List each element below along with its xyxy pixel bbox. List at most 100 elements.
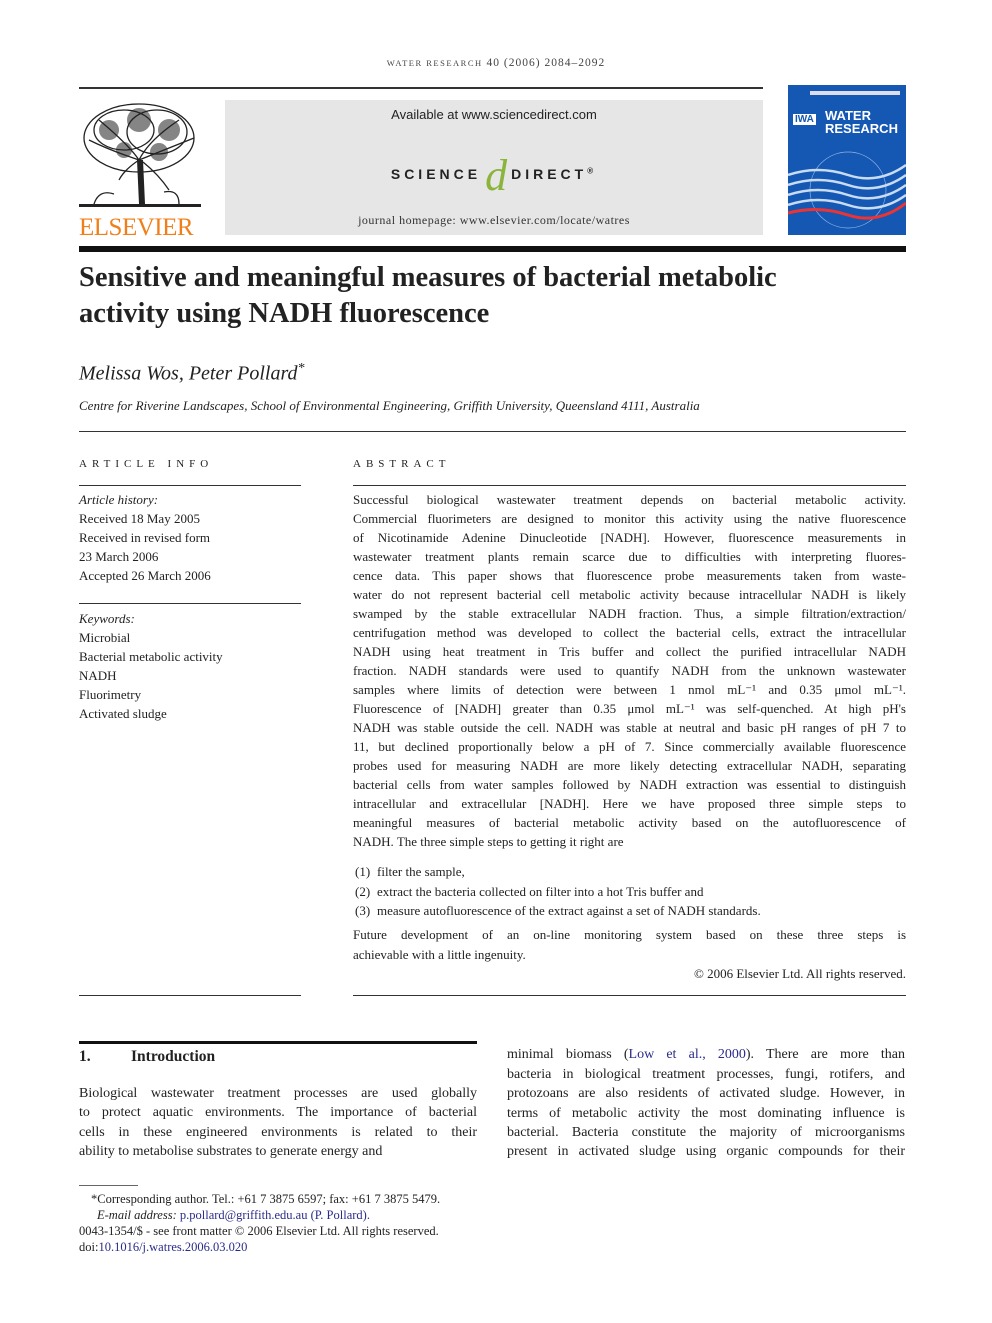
citation: 40 (2006) 2084–2092 (486, 57, 606, 69)
text: ). There are more than (745, 1047, 905, 1062)
authors: Melissa Wos, Peter Pollard* (79, 361, 305, 386)
sd-reg: ® (587, 166, 598, 176)
iwa-logo: IWA (793, 114, 816, 125)
intro-line: to protect aquatic environments. The imp… (79, 1105, 477, 1121)
journal-cover[interactable]: IWA WATER RESEARCH (788, 85, 906, 235)
front-matter: 0043-1354/$ - see front matter © 2006 El… (79, 1224, 439, 1238)
cover-wave-graphic (788, 151, 906, 229)
abstract-line: of Nicotinamide Adenine Dinucleotide [NA… (353, 530, 906, 545)
history-label: Article history: (79, 492, 159, 507)
elsevier-wordmark: ELSEVIER (79, 214, 194, 241)
intro-line: minimal biomass (Low et al., 2000). Ther… (507, 1047, 905, 1063)
abstract-heading: ABSTRACT (353, 458, 451, 470)
step-text: extract the bacteria collected on filter… (377, 883, 704, 899)
abstract-line: centrifugation method was developed to c… (353, 625, 906, 640)
running-header: water research 40 (2006) 2084–2092 (0, 57, 992, 69)
abstract-line: 11, but declined proportionally below a … (353, 739, 906, 754)
article-info-heading: ARTICLE INFO (79, 458, 214, 470)
journal-name: water research (386, 58, 483, 68)
abstract-closing-line: achievable with a little ingenuity. (353, 947, 526, 962)
rule (79, 485, 301, 486)
rule (79, 603, 301, 604)
step-number: (3) (355, 903, 371, 918)
elsevier-tree-icon (79, 103, 201, 207)
abstract-line: NADH. The three simple steps to getting … (353, 834, 624, 849)
abstract-line: water do not represent bacterial cell me… (353, 587, 906, 602)
keyword: Fluorimetry (79, 687, 142, 702)
journal-homepage[interactable]: journal homepage: www.elsevier.com/locat… (225, 213, 763, 228)
section-number: 1. (79, 1048, 91, 1065)
rule (79, 431, 906, 432)
sd-at-icon: d (485, 151, 508, 200)
corresponding-mark[interactable]: * (298, 361, 305, 376)
corresponding-footnote: *Corresponding author. Tel.: +61 7 3875 … (91, 1192, 441, 1206)
cover-top-strip (810, 91, 900, 95)
history-item: Accepted 26 March 2006 (79, 568, 211, 583)
rule (353, 995, 906, 996)
citation-link[interactable]: Low et al., 2000 (629, 1047, 746, 1062)
history-item: Received 18 May 2005 (79, 511, 200, 526)
doi-link[interactable]: 10.1016/j.watres.2006.03.020 (98, 1240, 247, 1254)
intro-line: bacteria in biological treatment process… (507, 1067, 905, 1082)
abstract-closing-line: Future development of an on-line monitor… (353, 927, 906, 942)
abstract-line: bacterial cells from water samples follo… (353, 777, 906, 792)
history-item: Received in revised form (79, 530, 211, 545)
sd-right: DIRECT (511, 166, 588, 183)
email-label: E-mail address: (97, 1208, 177, 1222)
footnote-rule (79, 1185, 138, 1186)
intro-line: terms of metabolic activity the most dom… (507, 1105, 905, 1121)
doi-line: doi:10.1016/j.watres.2006.03.020 (79, 1240, 247, 1255)
intro-heading: 1. Introduction (79, 1048, 215, 1066)
abstract-copyright: © 2006 Elsevier Ltd. All rights reserved… (693, 966, 906, 981)
title-line: Sensitive and meaningful measures of bac… (79, 262, 777, 293)
step-text: filter the sample, (377, 864, 465, 879)
keyword: NADH (79, 668, 117, 683)
affiliation: Centre for Riverine Landscapes, School o… (79, 398, 700, 413)
sd-left: SCIENCE (390, 166, 482, 183)
step-text: measure autofluorescence of the extract … (377, 903, 761, 918)
sciencedirect-banner: Available at www.sciencedirect.com SCIEN… (225, 100, 763, 235)
email-footnote: E-mail address: p.pollard@griffith.edu.a… (97, 1208, 370, 1223)
abstract-line: NADH was stable outside the cell. NADH w… (353, 720, 906, 735)
abstract-line: NADH using heat treatment in Tris buffer… (353, 644, 906, 659)
rule (79, 995, 301, 996)
step-number: (2) (355, 883, 371, 899)
keyword: Bacterial metabolic activity (79, 649, 223, 664)
intro-line: ability to metabolise substrates to gene… (79, 1143, 383, 1159)
abstract-line: intracellular and extracellular [NADH]. … (353, 796, 906, 811)
abstract-line: swamped by the stable extracellular NADH… (353, 606, 906, 621)
abstract-line: probes used for measuring NADH are more … (353, 758, 906, 773)
title-line: activity using NADH fluorescence (79, 298, 490, 329)
cover-title: WATER RESEARCH (825, 109, 898, 135)
cover-title-2: RESEARCH (825, 121, 898, 136)
text: minimal biomass ( (507, 1047, 629, 1062)
sciencedirect-logo[interactable]: SCIENCEd DIRECT® (225, 150, 763, 201)
header-rule (79, 87, 763, 89)
intro-line: bacterial. Bacteria constitute the major… (507, 1124, 905, 1140)
abstract-line: cence data. This paper shows that fluore… (353, 568, 906, 583)
abstract-line: samples where limits of detection were b… (353, 682, 906, 697)
abstract-line: wastewater treatment plants remain scarc… (353, 549, 906, 564)
abstract-line: fraction. NADH standards were used to qu… (353, 663, 906, 678)
article-title: Sensitive and meaningful measures of bac… (79, 260, 909, 332)
section-title: Introduction (131, 1048, 216, 1065)
rule (353, 485, 906, 486)
abstract-line: Successful biological wastewater treatme… (353, 492, 906, 507)
keyword: Microbial (79, 630, 131, 645)
abstract-line: meaningful measures of bacterial metabol… (353, 815, 906, 830)
available-text: Available at www.sciencedirect.com (391, 107, 597, 122)
doi-label: doi: (79, 1240, 99, 1254)
keywords-label: Keywords: (79, 611, 135, 626)
step-number: (1) (355, 864, 371, 879)
abstract-line: Commercial fluorimeters are designed to … (353, 511, 906, 526)
intro-rule (79, 1041, 477, 1044)
intro-line: protozoans are also residents of activat… (507, 1086, 905, 1102)
intro-line: Biological wastewater treatment processe… (79, 1086, 477, 1101)
author-names: Melissa Wos, Peter Pollard (79, 362, 298, 385)
email-link[interactable]: p.pollard@griffith.edu.au (P. Pollard). (180, 1208, 370, 1222)
elsevier-logo[interactable]: ELSEVIER (79, 100, 201, 241)
abstract-line: Fluorescence of [NADH] greater than 0.35… (353, 701, 906, 716)
intro-line: cells in these engineered environments i… (79, 1124, 477, 1140)
title-thick-rule (79, 246, 906, 252)
history-item: 23 March 2006 (79, 549, 159, 564)
